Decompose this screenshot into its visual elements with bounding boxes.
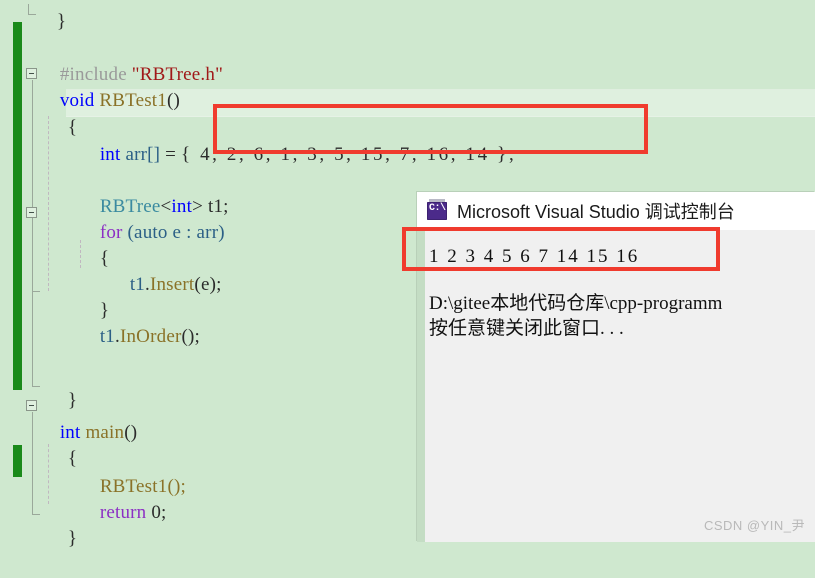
code-line-rbtest1-open-brace[interactable]: {: [0, 89, 815, 138]
code-line-partial-top[interactable]: }: [0, 0, 815, 32]
console-path-line: D:\gitee本地代码仓库\cpp-programm: [429, 293, 723, 314]
console-output-area[interactable]: 1 2 3 4 5 6 7 14 15 16 D:\gitee本地代码仓库\cp…: [417, 230, 815, 542]
code-token-inorder-args: ();: [181, 326, 201, 347]
debug-console-window[interactable]: Microsoft Visual Studio 调试控制台 1 2 3 4 5 …: [417, 192, 815, 542]
code-line-include[interactable]: #include "RBTree.h": [0, 36, 815, 85]
code-token-kw-int: int: [99, 144, 121, 165]
csdn-watermark: CSDN @YIN_尹: [703, 518, 805, 533]
console-window-title: Microsoft Visual Studio 调试控制台: [457, 202, 735, 222]
code-token-obj-t1: t1: [99, 326, 115, 347]
console-left-strip: [417, 230, 425, 542]
console-titlebar[interactable]: Microsoft Visual Studio 调试控制台: [417, 192, 815, 230]
code-token-fn-inorder: InOrder: [119, 326, 182, 347]
code-token-array-literal: { 4, 2, 6, 1, 3, 5, 15, 7, 16, 14 };: [181, 144, 517, 165]
code-token-ident-arr: arr[]: [125, 144, 161, 165]
console-prompt-line: 按任意键关闭此窗口. . .: [429, 318, 624, 339]
code-line-rbtree-decl[interactable]: RBTree<int> t1;: [0, 168, 815, 217]
code-line-array-decl[interactable]: int arr[] = { 4, 2, 6, 1, 3, 5, 15, 7, 1…: [0, 116, 815, 165]
console-cmd-icon: [427, 199, 447, 220]
code-token-assign: =: [165, 144, 177, 165]
code-token-partial-brace: }: [56, 11, 67, 32]
console-output-line: 1 2 3 4 5 6 7 14 15 16: [429, 246, 640, 267]
code-line-void-rbtest1[interactable]: void RBTest1(): [0, 62, 815, 111]
code-token-brace-close: }: [67, 528, 78, 549]
